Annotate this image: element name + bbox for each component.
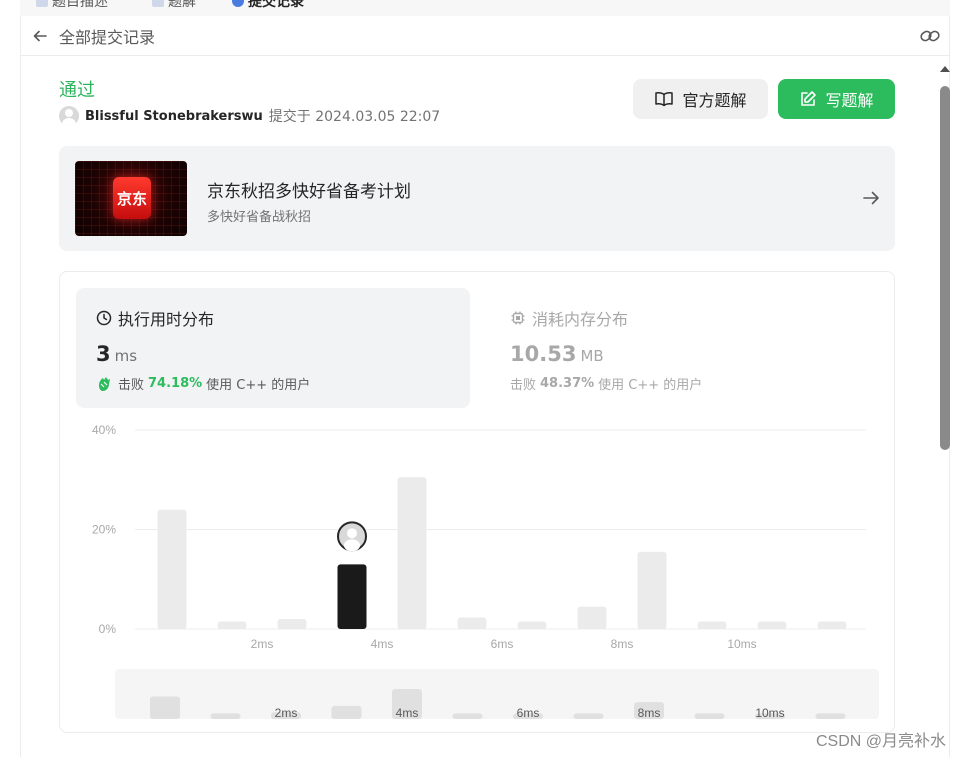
submission-status: 通过 <box>59 80 95 101</box>
memory-tile[interactable]: 消耗内存分布 10.53 MB 击败 48.37% 使用 C++ 的用户 <box>490 288 884 408</box>
y-tick-label: 20% <box>92 523 116 537</box>
username-link[interactable]: Blissful Stonebrakerswu <box>85 109 263 124</box>
memory-title: 消耗内存分布 <box>532 310 629 329</box>
brush-bar <box>452 713 483 719</box>
brush-tick-label: 4ms <box>396 706 419 719</box>
banner-image: 京东 <box>75 161 187 236</box>
link-icon <box>920 30 940 42</box>
brush-bar <box>150 696 180 719</box>
memory-value: 10.53 <box>510 342 577 366</box>
chart-bar <box>517 621 547 629</box>
runtime-tile[interactable]: 执行用时分布 3 ms 击败 74.18% 使用 C++ 的用户 <box>76 288 470 408</box>
y-tick-label: 0% <box>99 622 117 636</box>
memory-unit: MB <box>580 347 604 365</box>
document-icon <box>36 0 48 7</box>
arrow-right-icon <box>863 191 879 205</box>
chart-range-brush[interactable]: 2ms 4ms 6ms 8ms 10ms <box>115 669 879 719</box>
banner-title: 京东秋招多快好省备考计划 <box>207 182 411 202</box>
page-title: 全部提交记录 <box>59 27 156 47</box>
chart-bar <box>697 621 727 629</box>
copy-link-button[interactable] <box>919 26 941 46</box>
brush-preview: 2ms 4ms 6ms 8ms 10ms <box>150 689 846 719</box>
chart-bar <box>637 551 667 629</box>
history-icon <box>232 0 244 7</box>
scroll-up-arrow[interactable] <box>940 66 950 72</box>
submission-meta: Blissful Stonebrakerswu 提交于 2024.03.05 2… <box>59 106 440 126</box>
brush-bar <box>331 705 362 719</box>
brush-bar <box>573 713 604 719</box>
watermark: CSDN @月亮补水 <box>815 733 946 750</box>
tab-submissions[interactable]: 提交记录 <box>232 0 304 11</box>
chart-bar <box>457 617 487 629</box>
banner-subtitle: 多快好省备战秋招 <box>207 210 312 225</box>
chart-bar <box>397 477 427 629</box>
chip-icon <box>511 311 525 325</box>
avatar[interactable] <box>59 106 79 126</box>
edit-icon <box>801 91 817 106</box>
x-tick-label: 8ms <box>611 637 634 648</box>
scroll-thumb[interactable] <box>940 86 950 450</box>
stats-card: 执行用时分布 3 ms 击败 74.18% 使用 C++ 的用户 消耗内存分布 1… <box>59 271 895 733</box>
runtime-beat-percent: 74.18% <box>148 376 203 391</box>
tab-description[interactable]: 题目描述 <box>36 0 108 11</box>
back-button[interactable] <box>31 27 49 45</box>
chart-bar <box>817 621 847 629</box>
brush-tick-label: 8ms <box>638 706 661 719</box>
write-solution-button[interactable]: 写题解 <box>778 79 895 119</box>
my-submission-avatar <box>337 521 367 552</box>
chart-bar <box>157 509 187 629</box>
clap-icon <box>99 376 110 391</box>
x-tick-label: 2ms <box>251 637 274 648</box>
jd-logo: 京东 <box>113 177 151 219</box>
runtime-title: 执行用时分布 <box>118 310 215 329</box>
official-solution-button[interactable]: 官方题解 <box>633 79 768 119</box>
memory-beat-percent: 48.37% <box>540 376 595 391</box>
chart-bar <box>337 564 367 629</box>
x-tick-label: 4ms <box>371 637 394 648</box>
brush-tick-label: 10ms <box>755 706 784 719</box>
submission-panel: 全部提交记录 通过 Blissful Stonebrakerswu 提交于 20… <box>20 16 950 757</box>
book-icon <box>655 92 674 107</box>
brush-bar <box>694 713 725 719</box>
tab-strip: 题目描述 题解 提交记录 <box>20 0 950 16</box>
panel-header: 全部提交记录 <box>21 16 949 56</box>
chart-bar <box>577 606 607 629</box>
chart-bar <box>217 621 247 629</box>
brush-bar <box>815 713 846 719</box>
runtime-distribution-chart: 0% 20% 40% 2ms 4ms 6ms 8ms 10ms <box>92 423 866 648</box>
y-tick-label: 40% <box>92 423 116 437</box>
chart-bar <box>277 619 307 629</box>
brush-tick-label: 2ms <box>275 706 298 719</box>
scrollbar[interactable] <box>936 60 954 757</box>
tab-solutions[interactable]: 题解 <box>152 0 196 11</box>
clock-icon <box>96 310 112 326</box>
x-tick-label: 6ms <box>491 637 514 648</box>
submitted-time: 提交于 2024.03.05 22:07 <box>268 109 441 125</box>
brush-tick-label: 6ms <box>517 706 540 719</box>
chart-bar <box>757 621 787 629</box>
runtime-unit: ms <box>114 347 138 365</box>
arrow-left-icon <box>33 30 47 41</box>
flask-icon <box>152 0 164 7</box>
brush-bar <box>210 713 241 719</box>
promo-banner[interactable]: 京东 京东秋招多快好省备考计划 多快好省备战秋招 <box>59 146 895 251</box>
runtime-value: 3 <box>96 342 111 366</box>
x-tick-label: 10ms <box>727 637 756 648</box>
